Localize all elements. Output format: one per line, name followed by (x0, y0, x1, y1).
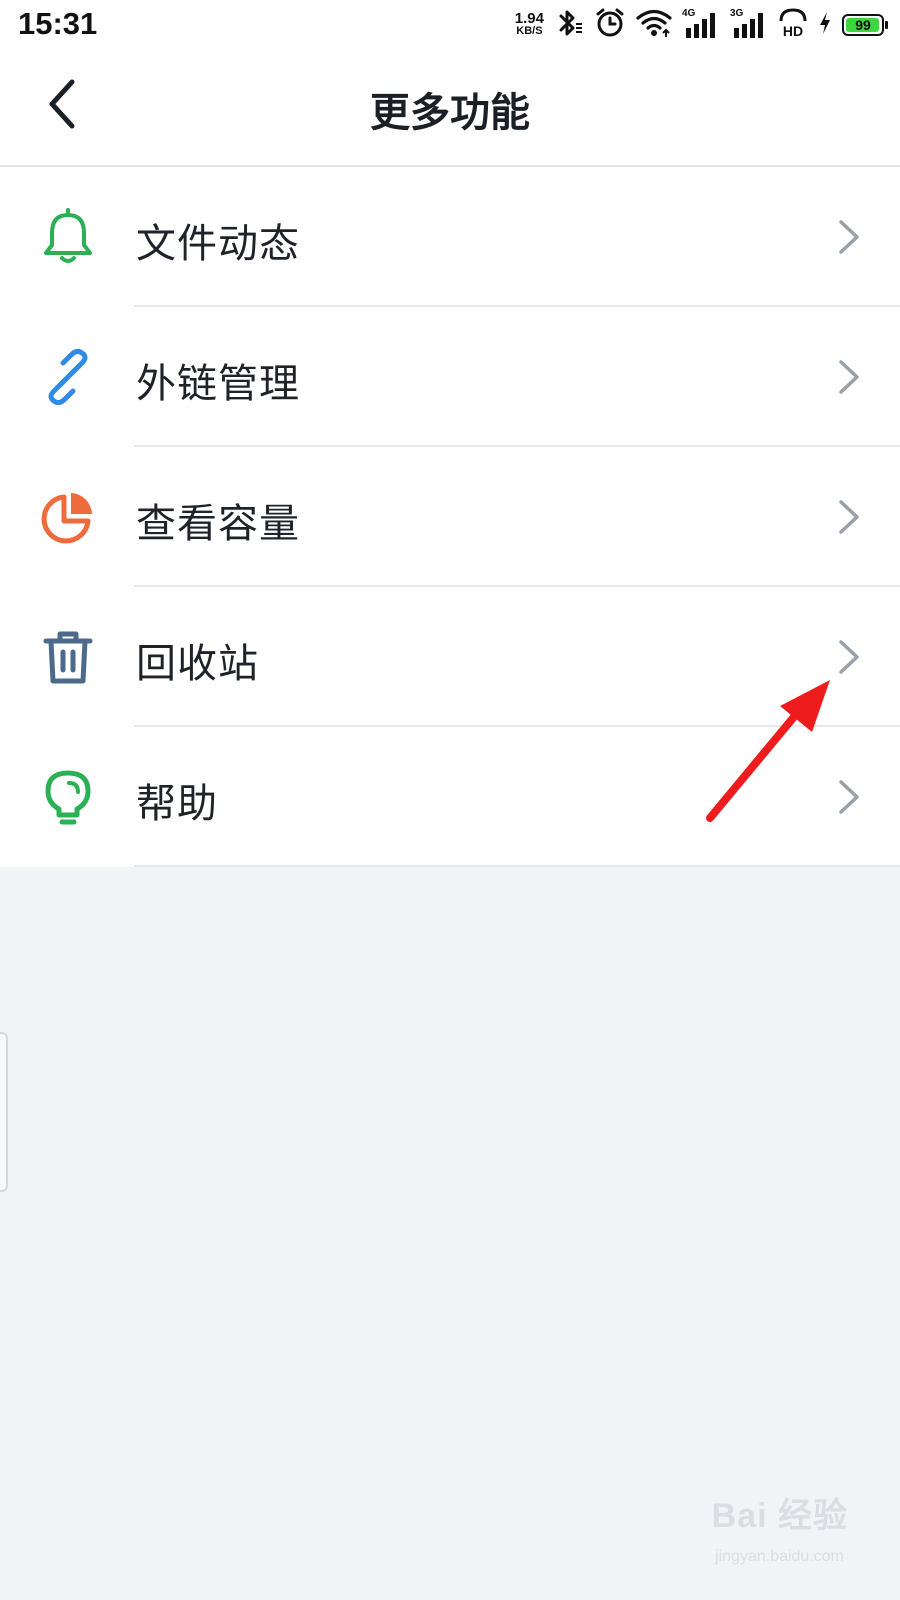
trash-icon (38, 627, 98, 687)
network-speed: 1.94 KB/S (514, 10, 544, 38)
network-speed-unit: KB/S (516, 25, 543, 37)
menu-item-recycle-bin[interactable]: 回收站 (0, 587, 900, 727)
baidu-jingyan-watermark: Bai 经验 jingyan.baidu.com (658, 1482, 848, 1572)
battery-level: 99 (855, 17, 871, 33)
menu-item-label: 文件动态 (136, 221, 300, 267)
signal-3g-icon: 3G (730, 8, 768, 40)
pie-chart-icon (38, 487, 98, 547)
wifi-icon (636, 8, 672, 42)
signal-4g-icon: 4G (682, 8, 720, 40)
menu-item-label: 回收站 (136, 641, 259, 687)
chevron-right-icon (834, 637, 864, 677)
status-icons: 1.94 KB/S 4G 3G HD 99 (514, 7, 888, 43)
chevron-right-icon (834, 777, 864, 817)
status-bar: 15:31 1.94 KB/S 4G 3G HD 99 (0, 0, 900, 50)
menu-item-file-activity[interactable]: 文件动态 (0, 167, 900, 307)
menu-item-link-management[interactable]: 外链管理 (0, 307, 900, 447)
edge-drag-handle[interactable] (0, 1032, 8, 1192)
menu-item-storage[interactable]: 查看容量 (0, 447, 900, 587)
network-speed-value: 1.94 (514, 10, 544, 27)
svg-text:HD: HD (783, 23, 803, 39)
watermark-url: jingyan.baidu.com (715, 1548, 844, 1565)
watermark-logo-text: Bai 经验 (711, 1497, 848, 1535)
menu-item-help[interactable]: 帮助 (0, 727, 900, 867)
menu-item-label: 外链管理 (136, 361, 300, 407)
hd-icon: HD (778, 7, 808, 43)
chevron-right-icon (834, 217, 864, 257)
alarm-icon (594, 7, 626, 43)
app-header: 更多功能 (0, 50, 900, 167)
page-title: 更多功能 (370, 90, 530, 136)
lightbulb-icon (38, 767, 98, 827)
menu-list: 文件动态 外链管理 查看容量 回收站 帮助 (0, 167, 900, 867)
chevron-right-icon (834, 497, 864, 537)
menu-item-label: 帮助 (136, 781, 218, 827)
chevron-right-icon (834, 357, 864, 397)
bell-icon (38, 207, 98, 267)
link-icon (38, 347, 98, 407)
divider (134, 865, 900, 867)
menu-item-label: 查看容量 (136, 501, 300, 547)
bluetooth-icon (554, 7, 584, 43)
charging-icon (818, 11, 832, 39)
status-time: 15:31 (18, 6, 98, 41)
battery-icon: 99 (842, 14, 888, 36)
